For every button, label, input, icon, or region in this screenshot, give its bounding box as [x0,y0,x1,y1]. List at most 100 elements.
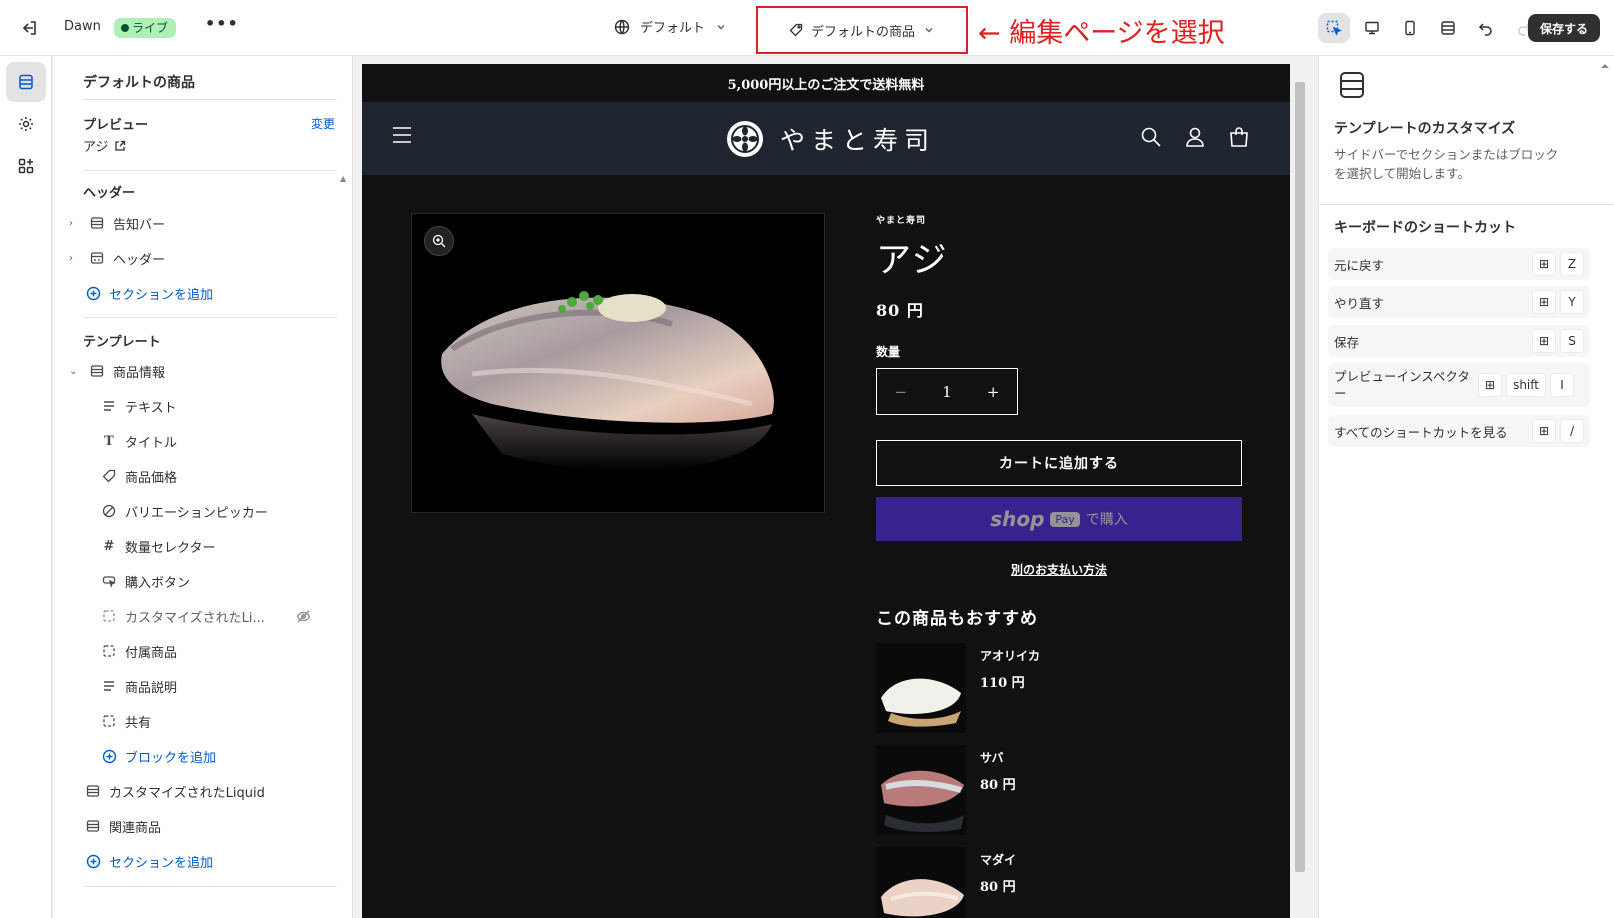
section-icon [85,818,101,834]
tag-icon [789,23,803,37]
panel-title: デフォルトの商品 [83,75,195,91]
template-group-title: テンプレート [83,335,161,350]
shortcut-row: 保存 ⊞ S [1328,325,1590,357]
section-product-information[interactable]: ⌄ 商品情報 [69,361,165,381]
chevron-down-icon[interactable]: ⌄ [69,366,81,377]
settings-scrollbar[interactable] [1596,56,1614,918]
shortcut-key: / [1560,419,1584,443]
preview-product[interactable]: アジ [83,136,126,155]
block-complementary-products[interactable]: 付属商品 [101,641,177,661]
section-custom-liquid[interactable]: カスタマイズされたLiquid [85,781,265,801]
undo-button[interactable] [1470,13,1502,43]
recommendation-item[interactable]: サバ 80 円 [876,745,1242,835]
storefront-preview[interactable]: 5,000円以上のご注文で送料無料 やまと寿司 やまと寿司 アジ 80 円 数量… [362,64,1290,918]
template-selector[interactable]: デフォルト [614,17,727,36]
quantity-decrease-button[interactable]: − [895,383,908,401]
chevron-right-icon[interactable]: › [69,253,81,264]
divider [83,886,337,887]
dashed-square-icon [101,713,117,729]
recommendation-item[interactable]: アオリイカ 110 円 [876,643,1242,733]
shortcut-key: Z [1560,252,1584,276]
shortcut-key: I [1549,373,1574,397]
windows-key-icon: ⊞ [1531,290,1556,314]
desktop-icon [1365,21,1379,35]
recommendation-name: サバ [980,751,1004,765]
editor-topbar: Dawn ライブ ••• デフォルト デフォルトの商品 ← 編集ページを選択 保… [0,0,1614,56]
live-badge: ライブ [114,18,177,38]
block-variant-picker[interactable]: バリエーションピッカー [101,501,268,521]
button-cursor-icon [101,573,117,589]
block-label: 付属商品 [125,645,178,661]
quantity-increase-button[interactable]: + [987,383,1000,401]
block-label: カスタマイズされたLi... [125,610,265,626]
apps-tab[interactable] [6,146,46,186]
store-name: やまと寿司 [780,126,936,155]
quantity-value[interactable]: 1 [942,383,952,401]
section-header[interactable]: › ヘッダー [69,248,165,268]
recommendation-image [876,643,966,733]
product-image[interactable] [411,213,825,513]
section-announcement-bar[interactable]: › 告知バー [69,213,165,233]
shortcut-key: shift [1506,373,1546,397]
add-section-button[interactable]: セクションを追加 [85,283,213,303]
toolbar-tools [1318,13,1540,43]
block-text[interactable]: テキスト [101,396,177,416]
block-price[interactable]: 商品価格 [101,466,177,486]
recommendation-item[interactable]: マダイ 80 円 [876,847,1242,918]
gear-icon [19,117,33,131]
hamburger-menu-icon[interactable] [392,126,412,148]
mobile-view-button[interactable] [1394,13,1426,43]
template-selector-label: デフォルト [640,21,706,36]
theme-settings-tab[interactable] [6,104,46,144]
block-buy-buttons[interactable]: 購入ボタン [101,571,190,591]
quantity-label: 数量 [876,345,901,359]
account-icon[interactable] [1184,126,1206,148]
preview-scrollbar[interactable] [1292,64,1308,918]
shortcut-label: 元に戻す [1334,257,1385,273]
add-section-button[interactable]: セクションを追加 [85,851,213,871]
exit-icon[interactable] [18,17,40,39]
sections-tab[interactable] [6,62,46,102]
block-label: バリエーションピッカー [125,505,268,521]
cart-icon[interactable] [1228,126,1250,148]
fullwidth-view-button[interactable] [1432,13,1464,43]
block-share[interactable]: 共有 [101,711,151,731]
scrollbar-thumb[interactable] [1295,82,1305,872]
product-vendor: やまと寿司 [876,216,927,226]
block-label: 購入ボタン [125,575,191,591]
hash-icon: # [103,538,115,554]
block-description[interactable]: 商品説明 [101,676,177,696]
mobile-icon [1405,20,1415,36]
chevron-right-icon[interactable]: › [69,218,81,229]
shop-pay-badge: Pay [1050,511,1080,527]
shortcut-row[interactable]: すべてのショートカットを見る ⊞ / [1328,415,1590,447]
shop-pay-button[interactable]: shop Pay で購入 [876,497,1242,541]
preview-change-link[interactable]: 変更 [311,115,335,132]
preview-product-name: アジ [83,140,109,155]
search-icon[interactable] [1140,126,1162,148]
eye-hidden-icon[interactable] [295,608,311,624]
store-logo[interactable]: やまと寿司 [726,120,935,158]
save-button[interactable]: 保存する [1528,14,1600,42]
header-icons [1140,126,1250,148]
page-selector[interactable]: デフォルトの商品 [756,6,968,54]
add-section-label: セクションを追加 [109,855,214,871]
inspector-toggle-button[interactable] [1318,13,1350,43]
add-block-button[interactable]: ブロックを追加 [101,746,216,766]
undo-icon [1478,23,1492,36]
block-custom-liquid[interactable]: カスタマイズされたLi... [101,606,311,626]
divider [83,170,337,171]
add-to-cart-button[interactable]: カートに追加する [876,440,1242,486]
more-menu-button[interactable]: ••• [205,14,239,33]
scroll-up-icon[interactable]: ▲ [340,174,346,183]
shortcut-label: すべてのショートカットを見る [1334,424,1508,440]
section-related-products[interactable]: 関連商品 [85,816,161,836]
block-quantity-selector[interactable]: # 数量セレクター [101,536,216,556]
more-payment-options-link[interactable]: 別のお支払い方法 [876,561,1242,578]
block-title[interactable]: T タイトル [101,431,177,451]
add-section-label: セクションを追加 [109,287,214,303]
divider [83,317,337,318]
external-link-icon [115,140,126,151]
desktop-view-button[interactable] [1356,13,1388,43]
zoom-button[interactable] [424,226,454,256]
